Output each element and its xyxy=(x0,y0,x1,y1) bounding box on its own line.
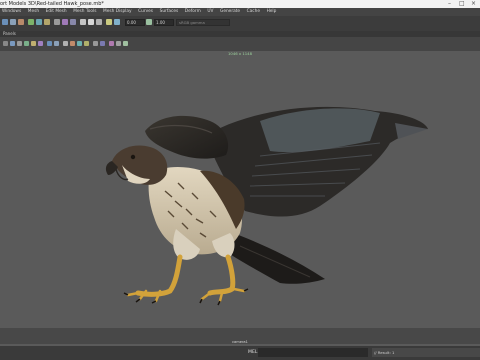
menu-windows[interactable]: Windows xyxy=(2,8,21,16)
main-menu-bar: Windows Mesh Edit Mesh Mesh Tools Mesh D… xyxy=(0,8,480,16)
status-toolbar: 0.00 1.00 sRGB gamma xyxy=(0,16,480,31)
resolution-gate-icon[interactable] xyxy=(100,41,105,46)
gate-mask-icon[interactable] xyxy=(109,41,114,46)
grid-icon[interactable] xyxy=(10,41,15,46)
menu-generate[interactable]: Generate xyxy=(220,8,240,16)
wireframe-icon[interactable] xyxy=(17,41,22,46)
render-icon[interactable] xyxy=(80,19,86,25)
texture-icon[interactable] xyxy=(38,41,43,46)
snap-grid-icon[interactable] xyxy=(54,19,60,25)
menu-mesh-display[interactable]: Mesh Display xyxy=(103,8,132,16)
panels-menu[interactable]: Panels xyxy=(3,31,16,36)
legs xyxy=(123,254,249,306)
menu-curves[interactable]: Curves xyxy=(138,8,153,16)
scale-tool-icon[interactable] xyxy=(44,19,50,25)
close-button[interactable]: × xyxy=(471,0,476,8)
ambient-occlusion-icon[interactable] xyxy=(70,41,75,46)
window-title: ort Models 3D\Red-tailed Hawk_pose.mb* xyxy=(0,1,104,7)
title-bar: ort Models 3D\Red-tailed Hawk_pose.mb* –… xyxy=(0,0,480,8)
command-result: // Result: 1 xyxy=(372,348,480,357)
snap-curve-icon[interactable] xyxy=(62,19,68,25)
select-tool-icon[interactable] xyxy=(2,19,8,25)
menu-cache[interactable]: Cache xyxy=(247,8,260,16)
lighting-icon[interactable] xyxy=(31,41,36,46)
anti-aliasing-icon[interactable] xyxy=(84,41,89,46)
menu-help[interactable]: Help xyxy=(267,8,277,16)
xray-icon[interactable] xyxy=(54,41,59,46)
menu-mesh[interactable]: Mesh xyxy=(28,8,39,16)
gamma-icon[interactable] xyxy=(146,19,152,25)
depth-of-field-icon[interactable] xyxy=(93,41,98,46)
gamma-field[interactable]: 1.00 xyxy=(154,19,174,26)
ipr-render-icon[interactable] xyxy=(88,19,94,25)
move-tool-icon[interactable] xyxy=(28,19,34,25)
paint-select-icon[interactable] xyxy=(18,19,24,25)
exposure-field[interactable]: 0.00 xyxy=(125,19,145,26)
safe-action-icon[interactable] xyxy=(123,41,128,46)
hypershade-icon[interactable] xyxy=(106,19,112,25)
minimize-button[interactable]: – xyxy=(448,0,451,8)
viewport[interactable] xyxy=(0,51,480,331)
smooth-shade-icon[interactable] xyxy=(24,41,29,46)
menu-surfaces[interactable]: Surfaces xyxy=(160,8,179,16)
mel-label[interactable]: MEL xyxy=(248,350,257,355)
command-input[interactable] xyxy=(258,348,368,357)
maximize-button[interactable]: □ xyxy=(459,0,465,8)
snap-point-icon[interactable] xyxy=(70,19,76,25)
menu-deform[interactable]: Deform xyxy=(185,8,201,16)
menu-mesh-tools[interactable]: Mesh Tools xyxy=(73,8,96,16)
resolution-readout: 1046 x 1148 xyxy=(228,51,252,56)
hawk-model xyxy=(105,106,428,306)
render-settings-icon[interactable] xyxy=(96,19,102,25)
rotate-tool-icon[interactable] xyxy=(36,19,42,25)
panel-toolbar xyxy=(0,37,480,51)
camera-label: camera1 xyxy=(232,340,248,344)
menu-edit-mesh[interactable]: Edit Mesh xyxy=(46,8,67,16)
isolate-select-icon[interactable] xyxy=(47,41,52,46)
exposure-icon[interactable] xyxy=(114,19,120,25)
hawk-head xyxy=(105,145,168,185)
shadows-icon[interactable] xyxy=(63,41,68,46)
color-space-option[interactable]: sRGB gamma xyxy=(176,19,230,26)
hawk-body xyxy=(148,167,245,260)
field-chart-icon[interactable] xyxy=(116,41,121,46)
motion-blur-icon[interactable] xyxy=(77,41,82,46)
command-line: MEL // Result: 1 xyxy=(0,346,480,360)
camera-icon[interactable] xyxy=(3,41,8,46)
menu-uv[interactable]: UV xyxy=(207,8,213,16)
tail xyxy=(222,231,325,284)
lasso-tool-icon[interactable] xyxy=(10,19,16,25)
